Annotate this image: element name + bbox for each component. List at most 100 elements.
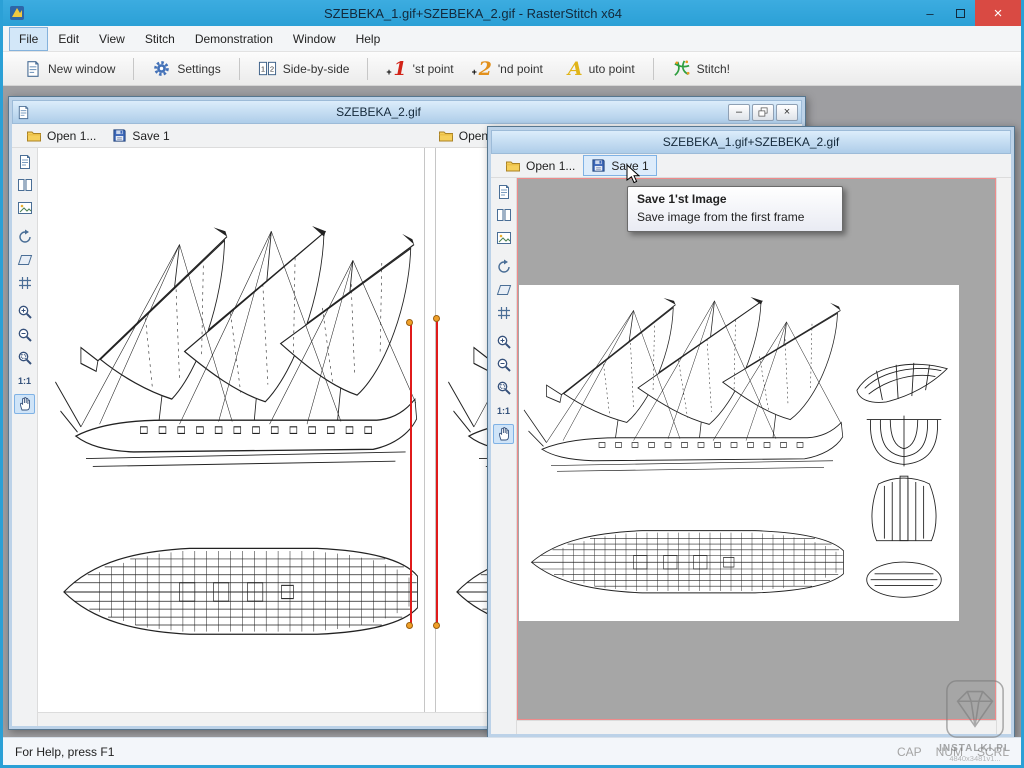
first-point-icon: +1: [386, 61, 406, 77]
auto-point-icon: A: [561, 61, 583, 77]
settings-gear-icon: [152, 59, 171, 78]
new-window-icon: [24, 60, 42, 78]
menu-bar: File Edit View Stitch Demonstration Wind…: [3, 26, 1021, 52]
menu-edit[interactable]: Edit: [48, 27, 89, 51]
save-1-button[interactable]: Save 1: [583, 155, 656, 176]
document-tool-button[interactable]: [493, 182, 514, 202]
menu-view[interactable]: View: [89, 27, 135, 51]
zoom-out-button[interactable]: [493, 355, 514, 375]
maximize-button[interactable]: [945, 0, 975, 26]
zoom-in-button[interactable]: [14, 302, 35, 322]
stitched-image: [519, 285, 959, 621]
toolbar-separator: [133, 58, 134, 80]
minimize-button[interactable]: –: [915, 0, 945, 26]
first-point-button[interactable]: +1 'st point: [377, 57, 462, 81]
zoom-in-icon: [496, 334, 512, 350]
hand-icon: [17, 396, 33, 412]
zoom-region-button[interactable]: [14, 348, 35, 368]
horizontal-scrollbar[interactable]: [517, 720, 996, 734]
front-window-title: SZEBEKA_1.gif+SZEBEKA_2.gif: [495, 135, 1007, 149]
grid-icon: [17, 275, 33, 291]
main-titlebar: SZEBEKA_1.gif+SZEBEKA_2.gif - RasterStit…: [3, 0, 1021, 26]
open-1-button[interactable]: Open 1...: [18, 125, 104, 147]
stitch-point-marker[interactable]: [406, 319, 413, 326]
window-title: SZEBEKA_1.gif+SZEBEKA_2.gif - RasterStit…: [31, 6, 915, 21]
pan-hand-button[interactable]: [14, 394, 35, 414]
side-by-side-button[interactable]: Side-by-side: [249, 55, 359, 82]
toolbar-separator: [653, 58, 654, 80]
menu-demonstration[interactable]: Demonstration: [185, 27, 283, 51]
grid-button[interactable]: [493, 303, 514, 323]
close-button[interactable]: ×: [975, 0, 1021, 26]
num-lock-indicator: NUM: [936, 745, 963, 759]
mdi-area: SZEBEKA_2.gif – × Open 1... Save 1 Open …: [3, 86, 1021, 737]
stitch-line-1[interactable]: [410, 322, 412, 628]
menu-window[interactable]: Window: [283, 27, 346, 51]
side-by-side-icon: [258, 59, 277, 78]
rotate-icon: [496, 259, 512, 275]
child-minimize-button[interactable]: –: [728, 104, 750, 121]
toolbar-separator: [367, 58, 368, 80]
restore-icon: [757, 106, 769, 118]
rasterstitch-window: SZEBEKA_1.gif+SZEBEKA_2.gif - RasterStit…: [0, 0, 1024, 768]
zoom-100-button[interactable]: 1:1: [493, 401, 514, 421]
columns-icon: [496, 207, 512, 223]
stitch-line-2[interactable]: [436, 318, 438, 628]
grid-button[interactable]: [14, 273, 35, 293]
menu-help[interactable]: Help: [346, 27, 391, 51]
zoom-100-button[interactable]: 1:1: [14, 371, 35, 391]
pan-hand-button[interactable]: [493, 424, 514, 444]
split-view-button[interactable]: [14, 175, 35, 195]
front-window-toolbar: Open 1... Save 1: [491, 154, 1011, 178]
settings-button[interactable]: Settings: [143, 55, 229, 82]
front-canvas[interactable]: [517, 178, 996, 720]
page-edge: [424, 148, 425, 712]
back-window-title: SZEBEKA_2.gif: [31, 105, 726, 119]
new-window-button[interactable]: New window: [15, 56, 124, 82]
skew-button[interactable]: [14, 250, 35, 270]
zoom-out-button[interactable]: [14, 325, 35, 345]
second-point-button[interactable]: +2 'nd point: [463, 57, 552, 81]
split-view-button[interactable]: [493, 205, 514, 225]
caps-lock-indicator: CAP: [897, 745, 922, 759]
open-folder-icon: [26, 128, 42, 144]
vertical-scrollbar[interactable]: [996, 178, 1011, 734]
image-view-button[interactable]: [14, 198, 35, 218]
zoom-region-button[interactable]: [493, 378, 514, 398]
rotate-button[interactable]: [493, 257, 514, 277]
zoom-region-icon: [496, 380, 512, 396]
detail-sketches: [853, 357, 955, 609]
image-view-button[interactable]: [493, 228, 514, 248]
front-window-titlebar[interactable]: SZEBEKA_1.gif+SZEBEKA_2.gif: [491, 130, 1011, 154]
document-tool-button[interactable]: [14, 152, 35, 172]
ship-drawing-left: [52, 226, 426, 662]
tooltip-body: Save image from the first frame: [637, 210, 833, 224]
child-restore-button[interactable]: [752, 104, 774, 121]
menu-stitch[interactable]: Stitch: [135, 27, 185, 51]
grid-icon: [496, 305, 512, 321]
save-1-button[interactable]: Save 1: [104, 125, 177, 146]
open-1-label: Open 1...: [47, 129, 96, 143]
document-icon: [496, 184, 512, 200]
tooltip-title: Save 1'st Image: [637, 192, 833, 206]
rotate-button[interactable]: [14, 227, 35, 247]
zoom-in-button[interactable]: [493, 332, 514, 352]
child-close-button[interactable]: ×: [776, 104, 798, 121]
skew-button[interactable]: [493, 280, 514, 300]
zoom-out-icon: [496, 357, 512, 373]
save-tooltip: Save 1'st Image Save image from the firs…: [627, 186, 843, 232]
open-folder-icon: [438, 128, 454, 144]
back-window-titlebar[interactable]: SZEBEKA_2.gif – ×: [12, 100, 802, 124]
stitch-point-marker[interactable]: [406, 622, 413, 629]
mouse-cursor: [626, 164, 640, 184]
menu-file[interactable]: File: [9, 27, 48, 51]
scroll-lock-indicator: SCRL: [977, 745, 1009, 759]
stitch-point-marker[interactable]: [433, 622, 440, 629]
stitch-button[interactable]: Stitch!: [663, 55, 739, 82]
image-icon: [17, 200, 33, 216]
auto-point-button[interactable]: A uto point: [552, 57, 644, 81]
stitch-point-marker[interactable]: [433, 315, 440, 322]
image-icon: [496, 230, 512, 246]
status-help-text: For Help, press F1: [15, 745, 883, 759]
open-1-button[interactable]: Open 1...: [497, 155, 583, 177]
